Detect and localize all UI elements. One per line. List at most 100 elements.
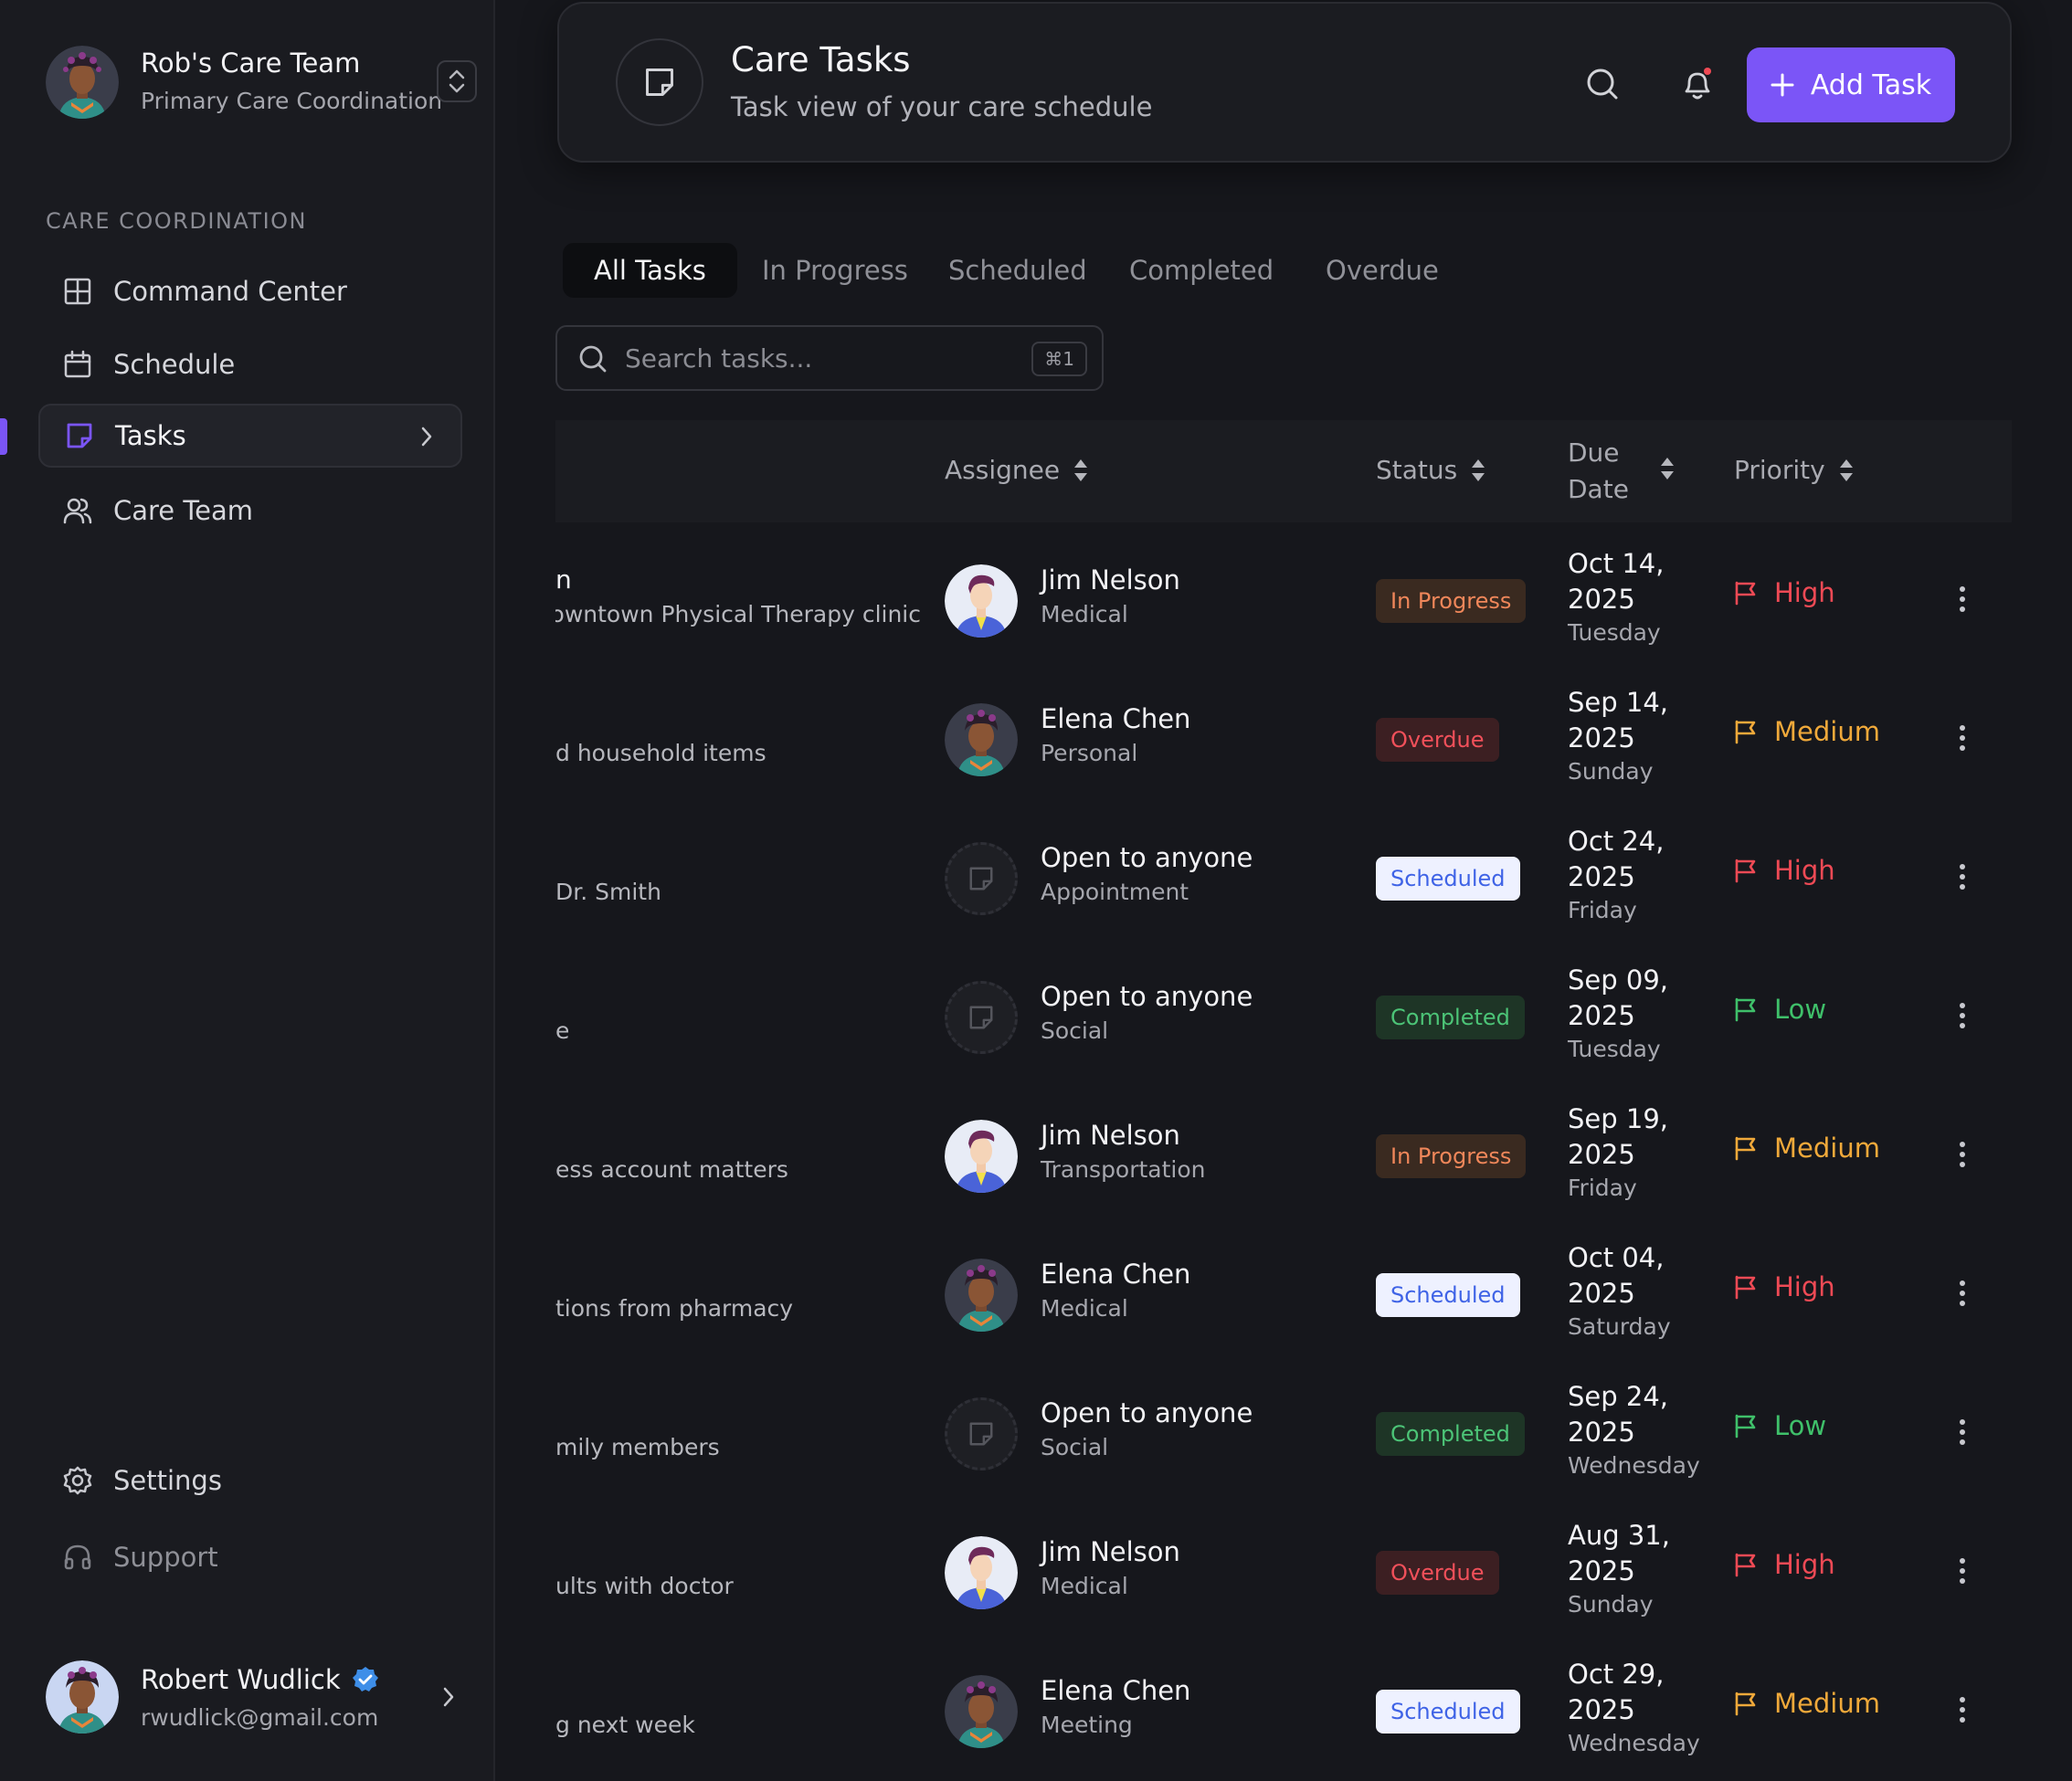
assignee-name: Open to anyone	[1041, 1397, 1253, 1428]
sidebar-item-tasks[interactable]: Tasks	[38, 404, 462, 468]
note-icon	[616, 38, 703, 126]
row-menu-button[interactable]	[1946, 1691, 1979, 1728]
sidebar-item-care-team[interactable]: Care Team	[38, 479, 462, 543]
open-assignee-avatar	[945, 981, 1018, 1054]
row-menu-button[interactable]	[1946, 720, 1979, 756]
note-icon	[967, 865, 995, 892]
sidebar-item-support[interactable]: Support	[38, 1525, 462, 1589]
team-switcher[interactable]: Rob's Care Team Primary Care Coordinatio…	[46, 46, 477, 121]
priority-label: High	[1774, 1271, 1835, 1302]
user-avatar	[46, 1660, 119, 1734]
table-row[interactable]: tions from pharmacy Elena Chen Medical S…	[555, 1220, 2012, 1359]
table-row[interactable]: g next week Elena Chen Meeting Scheduled…	[555, 1637, 2012, 1776]
sort-icon[interactable]	[1659, 455, 1676, 482]
due-date: Sep 14, 2025	[1568, 687, 1668, 754]
row-menu-button[interactable]	[1946, 1414, 1979, 1450]
chevron-right-icon	[443, 1687, 454, 1707]
priority-indicator: Low	[1734, 994, 1826, 1025]
chevron-right-icon	[421, 427, 432, 447]
status-badge: Scheduled	[1376, 857, 1520, 901]
status-badge: Overdue	[1376, 1551, 1499, 1595]
table-row[interactable]: ults with doctor Jim Nelson Medical Over…	[555, 1498, 2012, 1637]
tab-in-progress[interactable]: In Progress	[762, 243, 908, 298]
due-date: Sep 24, 2025	[1568, 1381, 1668, 1448]
flag-icon	[1734, 580, 1758, 606]
priority-indicator: High	[1734, 855, 1835, 886]
assignee-name: Open to anyone	[1041, 842, 1253, 873]
page-subtitle: Task view of your care schedule	[731, 91, 1153, 122]
add-task-button[interactable]: Add Task	[1747, 47, 1955, 122]
column-due-date[interactable]: Due Date	[1568, 435, 1629, 508]
keyboard-shortcut: ⌘1	[1031, 342, 1087, 376]
priority-label: Medium	[1774, 1133, 1880, 1164]
row-menu-button[interactable]	[1946, 1275, 1979, 1312]
column-assignee[interactable]: Assignee	[945, 455, 1089, 485]
team-avatar	[46, 46, 119, 119]
sidebar-item-schedule[interactable]: Schedule	[38, 332, 462, 396]
sidebar-item-command-center[interactable]: Command Center	[38, 259, 462, 323]
due-weekday: Sunday	[1568, 1591, 1654, 1618]
assignee-name: Jim Nelson	[1041, 1536, 1180, 1567]
task-category: Social	[1041, 1434, 1109, 1460]
column-label: Priority	[1734, 455, 1825, 485]
flag-icon	[1734, 1413, 1758, 1438]
priority-indicator: High	[1734, 1271, 1835, 1302]
tab-scheduled[interactable]: Scheduled	[948, 243, 1087, 298]
status-badge: Completed	[1376, 996, 1525, 1039]
due-weekday: Saturday	[1568, 1313, 1671, 1340]
search-icon	[1587, 68, 1618, 100]
due-weekday: Wednesday	[1568, 1452, 1700, 1479]
due-date: Oct 14, 2025	[1568, 548, 1665, 615]
task-description: d household items	[555, 740, 766, 766]
notifications-button[interactable]	[1670, 57, 1725, 111]
tab-all-tasks[interactable]: All Tasks	[563, 243, 737, 298]
table-row[interactable]: d household items Elena Chen Personal Ov…	[555, 665, 2012, 804]
team-switch-button[interactable]	[437, 60, 477, 102]
support-label: Support	[113, 1542, 218, 1573]
users-icon	[62, 495, 93, 526]
priority-indicator: Medium	[1734, 1133, 1880, 1164]
due-weekday: Tuesday	[1568, 1036, 1661, 1062]
more-vertical-icon	[1960, 864, 1965, 890]
header-search-button[interactable]	[1575, 57, 1630, 111]
chevron-up-down-icon	[449, 69, 465, 93]
column-priority[interactable]: Priority	[1734, 455, 1855, 485]
assignee-avatar	[945, 1120, 1018, 1193]
more-vertical-icon	[1960, 1142, 1965, 1167]
assignee-avatar	[945, 564, 1018, 638]
row-menu-button[interactable]	[1946, 997, 1979, 1034]
verified-badge-icon	[352, 1667, 378, 1691]
tab-completed[interactable]: Completed	[1129, 243, 1274, 298]
user-profile-card[interactable]: Robert Wudlick rwudlick@gmail.com	[46, 1660, 457, 1735]
column-status[interactable]: Status	[1376, 455, 1486, 485]
due-date: Sep 19, 2025	[1568, 1103, 1668, 1170]
sidebar-item-label: Care Team	[113, 495, 254, 526]
user-name-text: Robert Wudlick	[141, 1664, 341, 1695]
row-menu-button[interactable]	[1946, 859, 1979, 895]
table-row[interactable]: n Downtown Physical Therapy clinic Jim N…	[555, 526, 2012, 665]
calendar-icon	[62, 349, 93, 380]
search-input[interactable]	[625, 338, 1009, 378]
flag-icon	[1734, 1274, 1758, 1300]
task-description: Dr. Smith	[555, 879, 661, 905]
status-badge: Completed	[1376, 1412, 1525, 1456]
table-row[interactable]: mily members Open to anyone Social Compl…	[555, 1359, 2012, 1498]
row-menu-button[interactable]	[1946, 581, 1979, 617]
priority-indicator: Low	[1734, 1410, 1826, 1441]
sidebar-item-settings[interactable]: Settings	[38, 1449, 462, 1512]
row-menu-button[interactable]	[1946, 1136, 1979, 1173]
note-icon	[967, 1420, 995, 1448]
row-menu-button[interactable]	[1946, 1553, 1979, 1589]
table-row[interactable]: Dr. Smith Open to anyone Appointment Sch…	[555, 804, 2012, 943]
sort-icon	[1470, 457, 1486, 484]
sidebar: Rob's Care Team Primary Care Coordinatio…	[0, 0, 495, 1781]
assignee-avatar	[945, 1259, 1018, 1332]
sort-icon	[1838, 457, 1855, 484]
tab-overdue[interactable]: Overdue	[1326, 243, 1439, 298]
add-task-label: Add Task	[1810, 68, 1932, 101]
team-name: Rob's Care Team	[141, 47, 361, 79]
assignee-name: Elena Chen	[1041, 1259, 1191, 1290]
due-weekday: Sunday	[1568, 758, 1654, 785]
table-row[interactable]: e Open to anyone Social Completed Sep 09…	[555, 943, 2012, 1081]
table-row[interactable]: ess account matters Jim Nelson Transport…	[555, 1081, 2012, 1220]
